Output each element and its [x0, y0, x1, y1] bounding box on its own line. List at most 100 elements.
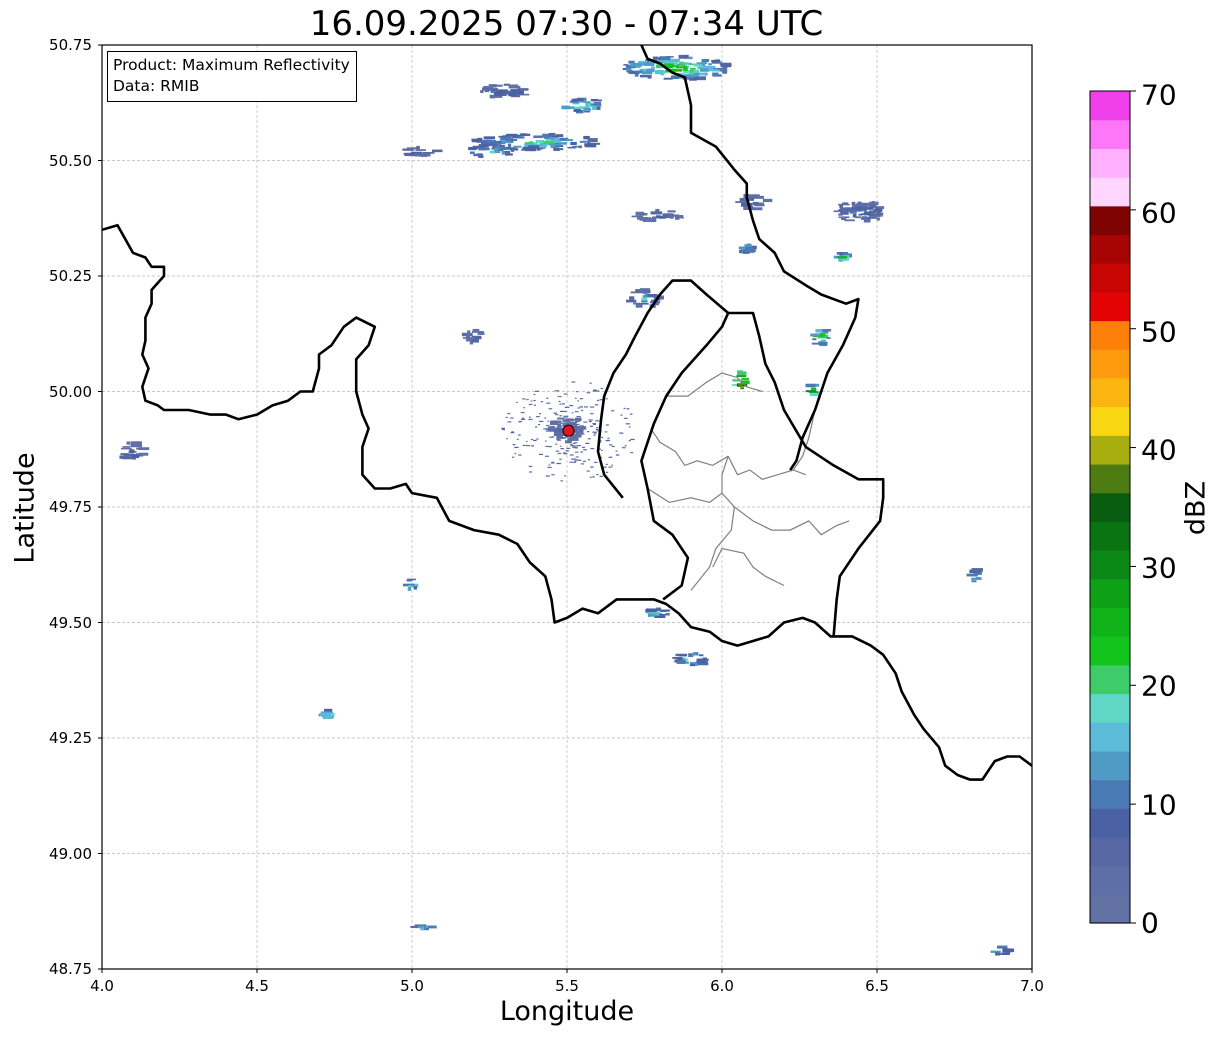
echo-cell: [631, 208, 685, 222]
echo-pixel: [540, 401, 544, 403]
echo-pixel: [574, 451, 579, 453]
colorbar: [1089, 90, 1136, 924]
colorbar-tick-label: 30: [1141, 551, 1177, 585]
echo-pixel: [507, 143, 512, 147]
echo-pixel: [510, 148, 515, 152]
echo-pixel: [995, 952, 1000, 956]
echo-pixel: [684, 658, 689, 661]
echo-pixel: [533, 393, 536, 396]
echo-pixel: [611, 464, 614, 466]
echo-pixel: [639, 288, 651, 292]
echo-pixel: [1002, 948, 1015, 953]
data-source-label: Data: RMIB: [113, 77, 200, 95]
echo-pixel: [514, 452, 517, 455]
echo-pixel: [572, 458, 576, 460]
colorbar-segment: [1090, 607, 1130, 637]
echo-pixel: [586, 470, 590, 472]
echo-pixel: [550, 138, 555, 141]
echo-pixel: [518, 421, 521, 423]
echo-pixel: [587, 459, 590, 461]
echo-pixel: [516, 401, 518, 404]
colorbar-segment: [1090, 91, 1130, 121]
echo-pixel: [498, 148, 504, 151]
echo-pixel: [533, 399, 536, 402]
echo-pixel: [555, 431, 558, 433]
echo-pixel: [487, 140, 497, 142]
echo-pixel: [558, 400, 561, 403]
echo-pixel: [700, 68, 710, 72]
echo-pixel: [630, 291, 643, 294]
echo-pixel: [511, 89, 521, 93]
echo-pixel: [837, 256, 848, 259]
echo-pixel: [641, 297, 648, 301]
echo-pixel: [520, 411, 525, 414]
echo-pixel: [596, 427, 599, 429]
echo-pixel: [858, 213, 863, 216]
echo-pixel: [655, 607, 662, 612]
echo-pixel: [595, 420, 600, 422]
echo-pixel: [876, 217, 880, 221]
echo-pixel: [480, 90, 484, 93]
echo-pixel: [553, 147, 560, 152]
x-tick-label: 6.5: [865, 977, 889, 995]
grid-lines: [101, 44, 1033, 970]
echo-pixel: [605, 424, 609, 426]
echo-pixel: [576, 426, 579, 429]
echo-pixel: [594, 461, 598, 464]
echo-pixel: [601, 449, 603, 452]
axis-ticks: [98, 44, 1033, 973]
echo-cell: [402, 145, 443, 157]
echo-pixel: [580, 433, 585, 435]
echo-pixel: [686, 74, 694, 77]
echo-pixel: [642, 291, 649, 294]
echo-pixel: [672, 214, 680, 217]
echo-pixel: [690, 68, 696, 70]
echo-pixel: [563, 393, 568, 395]
echo-pixel: [762, 198, 773, 203]
echo-pixel: [595, 429, 599, 431]
echo-pixel: [575, 397, 577, 399]
echo-pixel: [593, 389, 597, 391]
echo-pixel: [630, 451, 634, 454]
echo-pixel: [576, 432, 580, 435]
echo-cell: [833, 201, 885, 223]
echo-pixel: [605, 439, 609, 442]
region-border: [650, 428, 729, 467]
echo-pixel: [585, 442, 590, 444]
y-tick-label: 50.25: [49, 267, 92, 285]
echo-pixel: [589, 406, 595, 408]
echo-cell: [672, 652, 709, 667]
echo-pixel: [511, 456, 515, 458]
echo-pixel: [971, 568, 983, 572]
echo-pixel: [630, 62, 643, 67]
echo-pixel: [573, 445, 578, 447]
echo-pixel: [565, 139, 573, 142]
echo-pixel: [424, 153, 431, 157]
echo-cell: [622, 54, 732, 81]
echo-cell: [738, 243, 757, 254]
colorbar-segment: [1090, 636, 1130, 666]
echo-pixel: [577, 407, 580, 409]
echo-cell: [410, 924, 437, 931]
echo-pixel: [601, 436, 603, 438]
echo-pixel: [643, 62, 655, 66]
echo-pixel: [647, 294, 658, 297]
echo-pixel: [864, 206, 874, 210]
echo-pixel: [538, 413, 542, 415]
echo-pixel: [647, 613, 655, 617]
echo-pixel: [505, 133, 518, 137]
colorbar-segment: [1090, 521, 1130, 551]
colorbar-segment: [1090, 320, 1130, 350]
echo-pixel: [628, 440, 631, 442]
echo-pixel: [559, 422, 562, 424]
echo-pixel: [736, 375, 747, 377]
echo-pixel: [563, 415, 569, 418]
x-tick-label: 4.0: [90, 977, 114, 995]
echo-pixel: [562, 419, 565, 421]
region-border: [727, 455, 806, 480]
echo-pixel: [565, 450, 569, 452]
echo-pixel: [571, 98, 577, 102]
echo-pixel: [608, 456, 613, 458]
echo-pixel: [545, 428, 548, 430]
echo-pixel: [678, 654, 688, 657]
